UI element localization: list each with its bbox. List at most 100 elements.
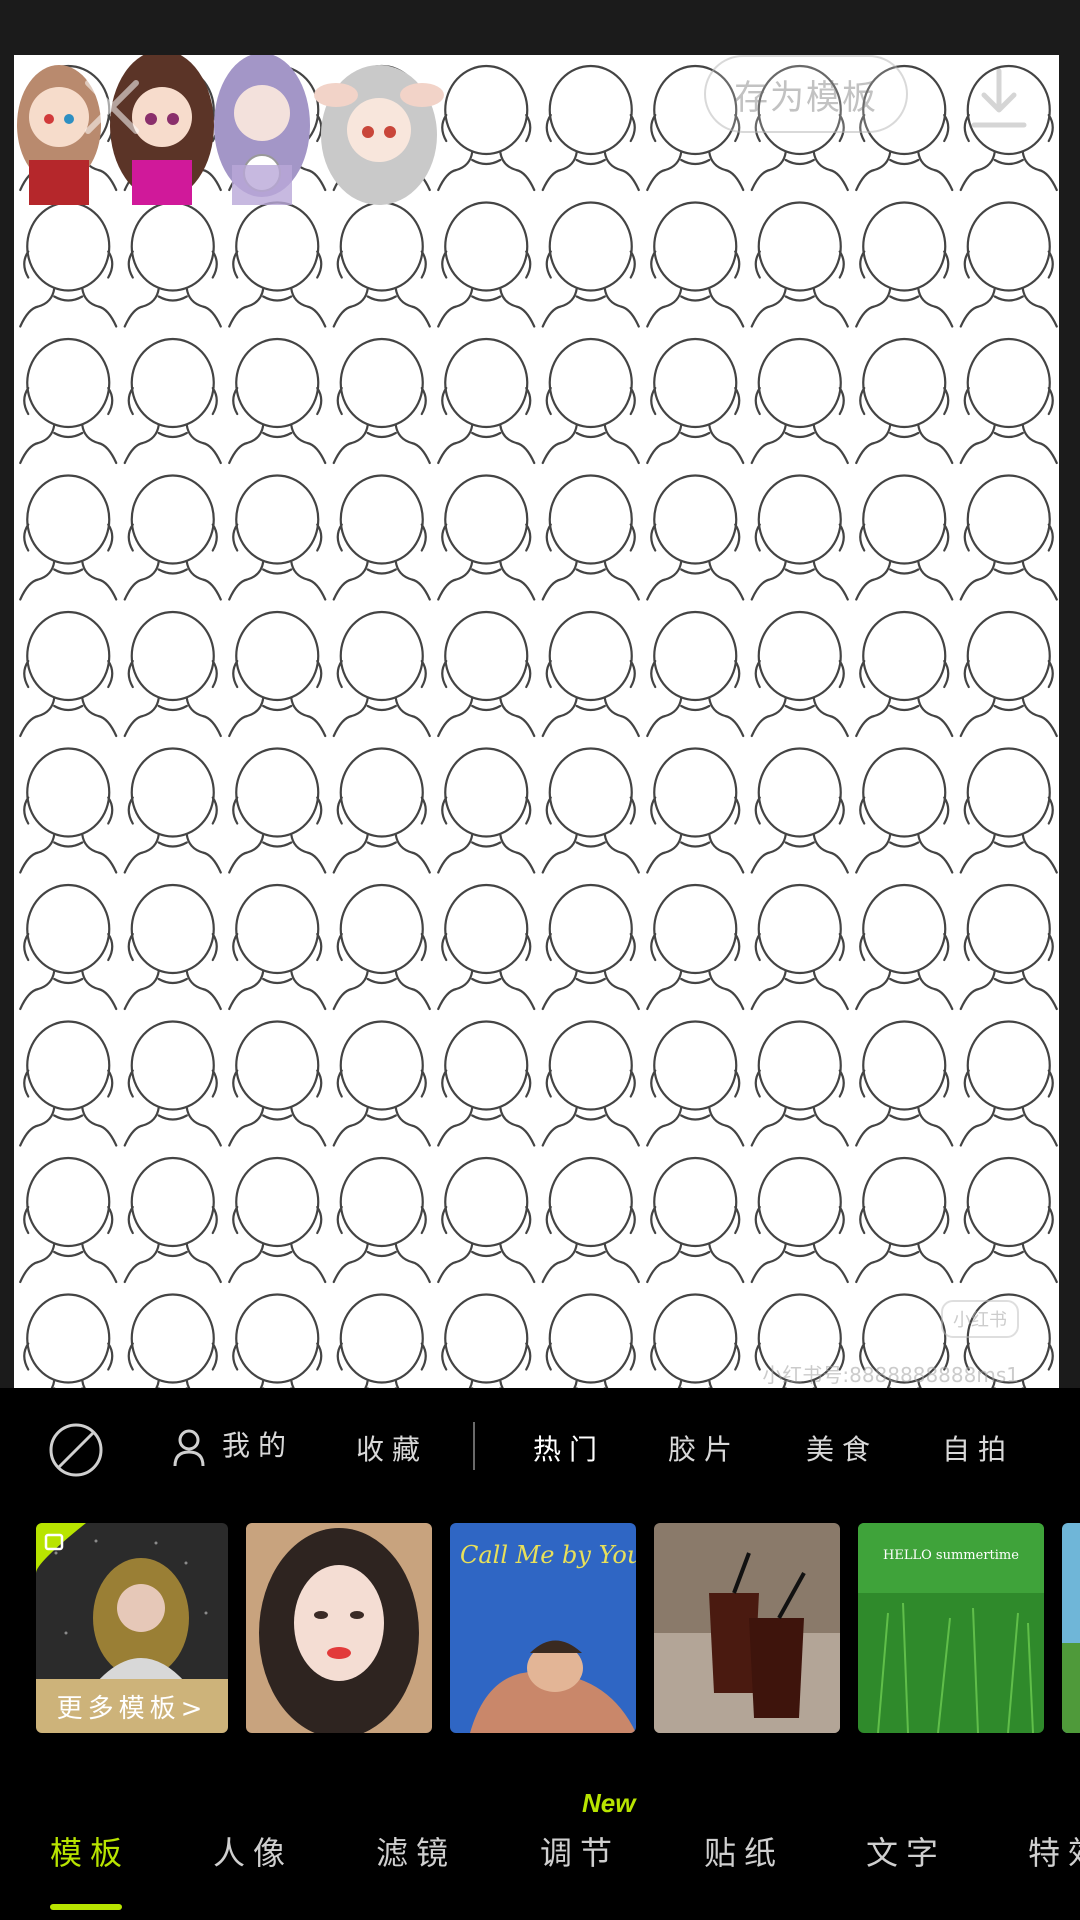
chibi-outline bbox=[646, 201, 745, 328]
template-thumb-grass[interactable]: HELLO summertime bbox=[858, 1523, 1044, 1733]
anime-sticker-3 bbox=[214, 55, 310, 205]
download-icon[interactable] bbox=[964, 65, 1034, 135]
thumb-image-5: HELLO summertime bbox=[858, 1523, 1044, 1733]
chibi-outline bbox=[646, 610, 745, 738]
chibi-outline bbox=[228, 1156, 327, 1284]
chibi-outline bbox=[332, 1156, 431, 1284]
chibi-outline bbox=[228, 1020, 327, 1147]
no-template-icon[interactable] bbox=[48, 1422, 104, 1478]
chibi-outline bbox=[959, 201, 1058, 328]
chibi-outline bbox=[855, 1156, 954, 1284]
template-thumb-coffee[interactable] bbox=[654, 1523, 840, 1733]
category-selfie[interactable]: 自拍 bbox=[942, 1428, 1014, 1468]
chibi-outline bbox=[332, 747, 431, 874]
chibi-outline bbox=[332, 610, 431, 738]
tab-portrait[interactable]: 人像 bbox=[213, 1828, 293, 1874]
category-film[interactable]: 胶片 bbox=[668, 1428, 740, 1468]
chibi-outline bbox=[19, 1156, 118, 1284]
chibi-outline bbox=[123, 1020, 222, 1147]
tab-sticker[interactable]: 贴纸 bbox=[704, 1828, 784, 1874]
chibi-outline bbox=[123, 337, 222, 465]
chibi-outline bbox=[855, 474, 954, 601]
chibi-outline bbox=[228, 201, 327, 328]
chibi-outline bbox=[855, 337, 954, 465]
tab-adjust[interactable]: 调节 bbox=[540, 1828, 620, 1874]
chibi-outline bbox=[750, 610, 849, 738]
thumb-image-3: Call Me by Your Name bbox=[450, 1523, 636, 1733]
chibi-outline bbox=[750, 883, 849, 1011]
chibi-outline bbox=[750, 747, 849, 874]
photo-canvas[interactable]: 存为模板 小红书 小红书号:8888888888ms1 bbox=[14, 55, 1059, 1388]
bottom-panel: 我的 收藏 热门 胶片 美食 自拍 更多模板> Call Me by Yo HE… bbox=[0, 1388, 1080, 1920]
template-thumb-movie[interactable]: Call Me by Your Name bbox=[450, 1523, 636, 1733]
thumb-5-text: HELLO summertime bbox=[883, 1548, 1019, 1563]
chibi-outline bbox=[228, 474, 327, 601]
chibi-outline bbox=[959, 337, 1058, 465]
close-icon[interactable] bbox=[74, 69, 150, 145]
chibi-outline-grid bbox=[19, 64, 1058, 1388]
chibi-outline bbox=[332, 1020, 431, 1147]
chibi-outline bbox=[959, 474, 1058, 601]
category-food[interactable]: 美食 bbox=[806, 1428, 878, 1468]
chibi-outline bbox=[959, 747, 1058, 874]
chibi-outline bbox=[646, 883, 745, 1011]
chibi-outline bbox=[123, 747, 222, 874]
chibi-outline bbox=[437, 474, 536, 601]
chibi-outline bbox=[23, 1293, 114, 1388]
chibi-outline bbox=[646, 1156, 745, 1284]
chibi-outline bbox=[541, 474, 640, 601]
chibi-outline bbox=[123, 1156, 222, 1284]
chibi-outline bbox=[19, 201, 118, 328]
chibi-outline bbox=[19, 337, 118, 465]
chibi-outline bbox=[646, 474, 745, 601]
chibi-outline bbox=[19, 883, 118, 1011]
tab-effects[interactable]: 特效 bbox=[1028, 1828, 1080, 1874]
chibi-outline bbox=[332, 883, 431, 1011]
chibi-outline bbox=[127, 1293, 218, 1388]
chibi-outline bbox=[332, 337, 431, 465]
new-badge: New bbox=[582, 1788, 636, 1818]
save-template-button[interactable]: 存为模板 bbox=[704, 55, 908, 133]
template-thumb-more[interactable]: 更多模板> bbox=[36, 1523, 228, 1733]
chibi-outline bbox=[855, 201, 954, 328]
category-hot[interactable]: 热门 bbox=[533, 1428, 605, 1468]
category-divider bbox=[473, 1422, 475, 1470]
bottom-tab-bar: New 模板 人像 滤镜 调节 贴纸 文字 特效 bbox=[0, 1788, 1080, 1920]
chibi-outline bbox=[855, 1020, 954, 1147]
user-icon[interactable] bbox=[172, 1428, 206, 1468]
chibi-outline bbox=[437, 201, 536, 328]
chibi-outline bbox=[19, 610, 118, 738]
chibi-outline bbox=[855, 883, 954, 1011]
more-templates-button[interactable]: 更多模板> bbox=[36, 1679, 228, 1733]
chibi-outline bbox=[437, 747, 536, 874]
active-tab-indicator bbox=[50, 1904, 122, 1910]
tab-template[interactable]: 模板 bbox=[50, 1828, 130, 1874]
chibi-outline bbox=[545, 1293, 636, 1388]
category-favorites[interactable]: 收藏 bbox=[356, 1428, 428, 1468]
chibi-outline bbox=[228, 747, 327, 874]
chibi-outline bbox=[437, 883, 536, 1011]
chibi-outline bbox=[441, 1293, 532, 1388]
template-badge-icon bbox=[36, 1523, 86, 1573]
category-mine[interactable]: 我的 bbox=[222, 1424, 294, 1464]
chibi-outline bbox=[336, 1293, 427, 1388]
tab-text[interactable]: 文字 bbox=[866, 1828, 946, 1874]
tab-filter[interactable]: 滤镜 bbox=[376, 1828, 456, 1874]
chibi-outline bbox=[541, 747, 640, 874]
chibi-outline bbox=[855, 610, 954, 738]
template-thumb-portrait[interactable] bbox=[246, 1523, 432, 1733]
chibi-outline bbox=[332, 201, 431, 328]
template-thumb-partial[interactable] bbox=[1062, 1523, 1080, 1733]
chibi-outline bbox=[541, 201, 640, 328]
chibi-outline bbox=[959, 1156, 1058, 1284]
chibi-outline bbox=[750, 1020, 849, 1147]
chibi-outline bbox=[750, 474, 849, 601]
chibi-outline bbox=[437, 1156, 536, 1284]
chibi-outline bbox=[541, 337, 640, 465]
chibi-outline bbox=[437, 337, 536, 465]
chibi-outline bbox=[19, 1020, 118, 1147]
chibi-outline bbox=[228, 883, 327, 1011]
chibi-outline bbox=[650, 1293, 741, 1388]
chibi-outline bbox=[541, 64, 640, 192]
chibi-outline bbox=[541, 1156, 640, 1284]
